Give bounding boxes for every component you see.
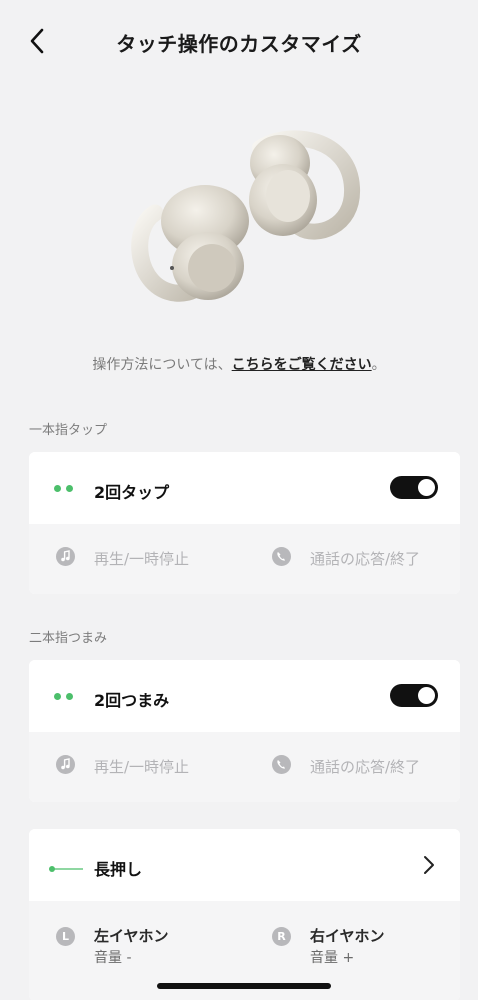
double-dot-icon (54, 485, 76, 493)
screen: タッチ操作のカスタマイズ 操作方法については、こちらをご覧ください。 一本指タッ… (0, 0, 478, 1000)
double-pinch-card: 2回つまみ 再生/一時停止 通話の応答/終了 (29, 660, 460, 802)
double-tap-card: 2回タップ 再生/一時停止 通話の応答/終了 (29, 452, 460, 594)
double-pinch-title: 2回つまみ (94, 691, 170, 710)
double-tap-toggle[interactable] (390, 476, 438, 499)
right-badge-icon: R (272, 927, 291, 946)
section-label-pinch: 二本指つまみ (29, 631, 108, 646)
right-action-label: 通話の応答/終了 (310, 758, 421, 776)
header: タッチ操作のカスタマイズ (0, 0, 478, 84)
left-action-label: 再生/一時停止 (94, 550, 190, 568)
toggle-knob (418, 479, 435, 496)
left-earbud-value: 音量 - (94, 950, 132, 966)
left-badge-icon: L (56, 927, 75, 946)
double-tap-actions: 再生/一時停止 通話の応答/終了 (29, 524, 460, 594)
long-press-line-icon (49, 866, 83, 872)
right-action-label: 通話の応答/終了 (310, 550, 421, 568)
instructions-text: 操作方法については、こちらをご覧ください。 (0, 354, 478, 374)
music-note-icon (56, 547, 75, 566)
phone-icon (272, 755, 291, 774)
right-earbud-label: 右イヤホン (310, 927, 385, 945)
double-pinch-actions: 再生/一時停止 通話の応答/終了 (29, 732, 460, 802)
instructions-prefix: 操作方法については、 (92, 357, 232, 373)
left-earbud-label: 左イヤホン (94, 927, 169, 945)
chevron-right-icon[interactable] (422, 854, 436, 876)
double-pinch-header: 2回つまみ (29, 660, 460, 732)
double-dot-icon (54, 693, 76, 701)
earbuds-product-image (120, 118, 370, 318)
home-indicator[interactable] (157, 983, 331, 989)
double-pinch-toggle[interactable] (390, 684, 438, 707)
long-press-card[interactable]: 長押し L 左イヤホン 音量 - R 右イヤホン 音量 + (29, 829, 460, 1000)
long-press-header[interactable]: 長押し (29, 829, 460, 901)
music-note-icon (56, 755, 75, 774)
double-tap-header: 2回タップ (29, 452, 460, 524)
section-label-single-tap: 一本指タップ (29, 423, 108, 438)
double-tap-title: 2回タップ (94, 483, 170, 502)
instructions-link[interactable]: こちらをご覧ください (232, 357, 372, 373)
left-action-label: 再生/一時停止 (94, 758, 190, 776)
toggle-knob (418, 687, 435, 704)
instructions-suffix: 。 (371, 357, 386, 373)
phone-icon (272, 547, 291, 566)
long-press-title: 長押し (94, 860, 143, 879)
page-title: タッチ操作のカスタマイズ (116, 32, 362, 56)
right-earbud-value: 音量 + (310, 950, 355, 966)
